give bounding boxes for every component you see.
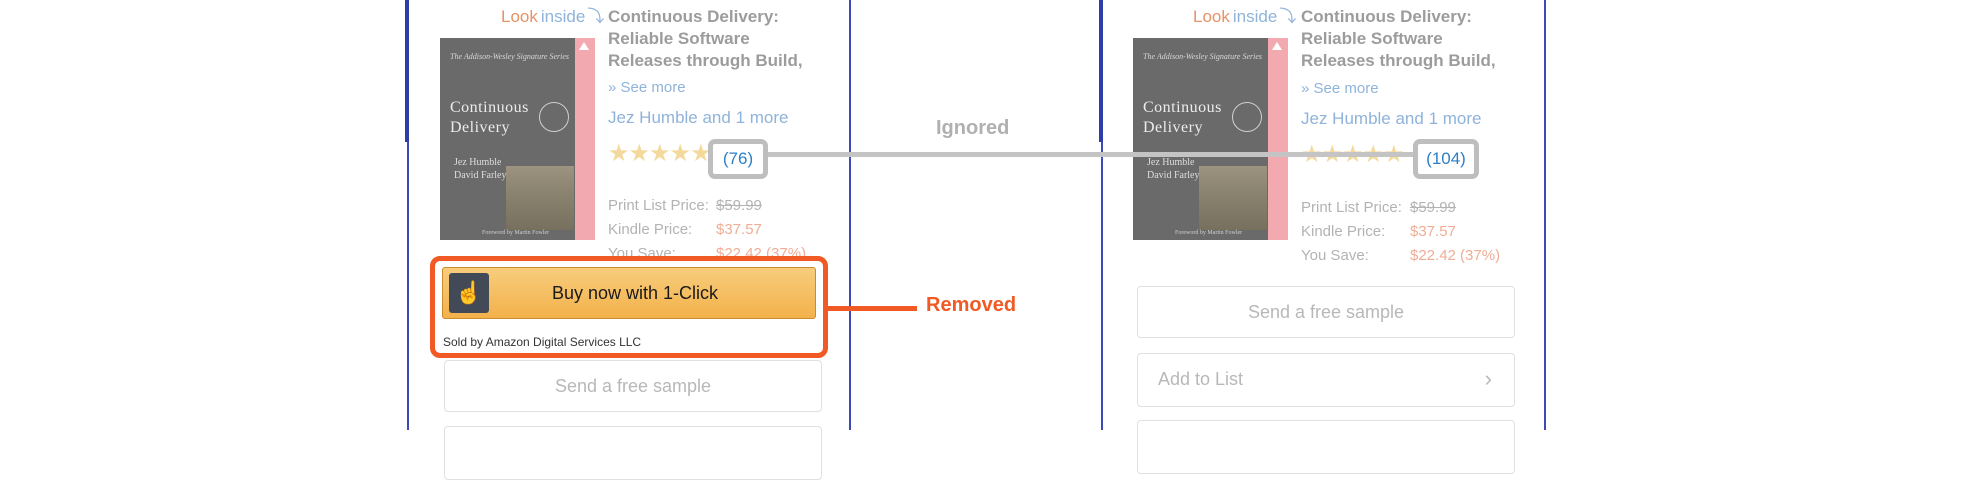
look-label: Look [1193,7,1230,26]
kindle-price-value: $37.57 [1410,223,1456,240]
curved-arrow-icon: ⤵ [1279,7,1297,26]
add-to-list-label: Add to List [1158,369,1244,389]
cover-spine [1268,38,1288,240]
add-to-list-button[interactable] [444,426,822,480]
cover-spine [575,38,595,240]
chevron-down-icon: » [608,79,617,96]
chevron-right-icon: › [1484,366,1492,391]
print-price-label: Print List Price: [608,197,709,214]
send-sample-button[interactable]: Send a free sample [444,360,822,412]
look-inside-link[interactable]: Look inside ⤵ [1193,2,1296,27]
cover-series-text: The Addison-Wesley Signature Series [450,52,570,61]
cover-title-text: Continuous Delivery [1143,99,1222,136]
kindle-price-value: $37.57 [716,221,762,238]
removed-annotation: Removed [926,294,1017,316]
review-count-right[interactable]: (104) [1413,139,1479,179]
see-more-label: See more [620,79,686,96]
cover-foreword-text: Foreword by Martin Fowler [1175,230,1243,236]
send-sample-button[interactable]: Send a free sample [1137,286,1515,338]
panel-edge-marker [1099,0,1103,142]
you-save-label: You Save: [1301,247,1369,264]
see-more-link[interactable]: » See more [1301,80,1379,97]
book-cover-image[interactable]: The Addison-Wesley Signature Series Cont… [440,38,595,240]
cover-landscape-image [1199,166,1267,230]
removed-connector-line [828,306,917,311]
cover-author-text: Jez Humble David Farley [1147,157,1200,181]
print-price-label: Print List Price: [1301,199,1402,216]
product-panel-right: Look inside ⤵ The Addison-Wesley Signature… [1101,0,1546,474]
kindle-price-label: Kindle Price: [608,221,693,238]
panel-edge-marker [405,0,409,142]
cover-foreword-text: Foreword by Martin Fowler [482,230,550,236]
print-price-value: $59.99 [716,197,762,214]
add-to-list-button[interactable]: Add to List › [1137,353,1515,407]
chevron-down-icon: » [1301,80,1310,97]
cover-author-text: Jez Humble David Farley [454,157,507,181]
you-save-value: $22.42 (37%) [1410,247,1501,264]
cover-series-text: The Addison-Wesley Signature Series [1143,52,1263,61]
author-link[interactable]: Jez Humble and 1 more [608,108,788,128]
cover-title-text: Continuous Delivery [450,99,529,136]
author-link[interactable]: Jez Humble and 1 more [1301,109,1481,129]
look-label: Look [501,7,538,26]
see-more-link[interactable]: » See more [608,79,686,96]
inside-label: inside [1232,7,1278,26]
review-count-left[interactable]: (76) [708,139,768,179]
more-options-button[interactable] [1137,420,1515,474]
removed-highlight-box [430,256,828,358]
ignored-connector-line [760,152,1413,157]
print-price-value: $59.99 [1410,199,1456,216]
look-inside-link[interactable]: Look inside ⤵ [501,2,604,27]
triangle-icon [1272,42,1282,50]
star-rating-icon[interactable]: ★★★★★ [608,139,712,168]
curved-arrow-icon: ⤵ [587,7,605,26]
book-cover-image[interactable]: The Addison-Wesley Signature Series Cont… [1133,38,1288,240]
inside-label: inside [540,7,586,26]
kindle-price-label: Kindle Price: [1301,223,1386,240]
product-panel-left: Look inside ⤵ The Addison-Wesley Signature… [407,0,851,480]
book-title[interactable]: Continuous Delivery: Reliable Software R… [1301,6,1511,72]
cover-landscape-image [506,166,574,230]
book-title[interactable]: Continuous Delivery: Reliable Software R… [608,6,818,72]
see-more-label: See more [1313,80,1379,97]
triangle-icon [579,42,589,50]
ignored-annotation: Ignored [936,117,1010,139]
